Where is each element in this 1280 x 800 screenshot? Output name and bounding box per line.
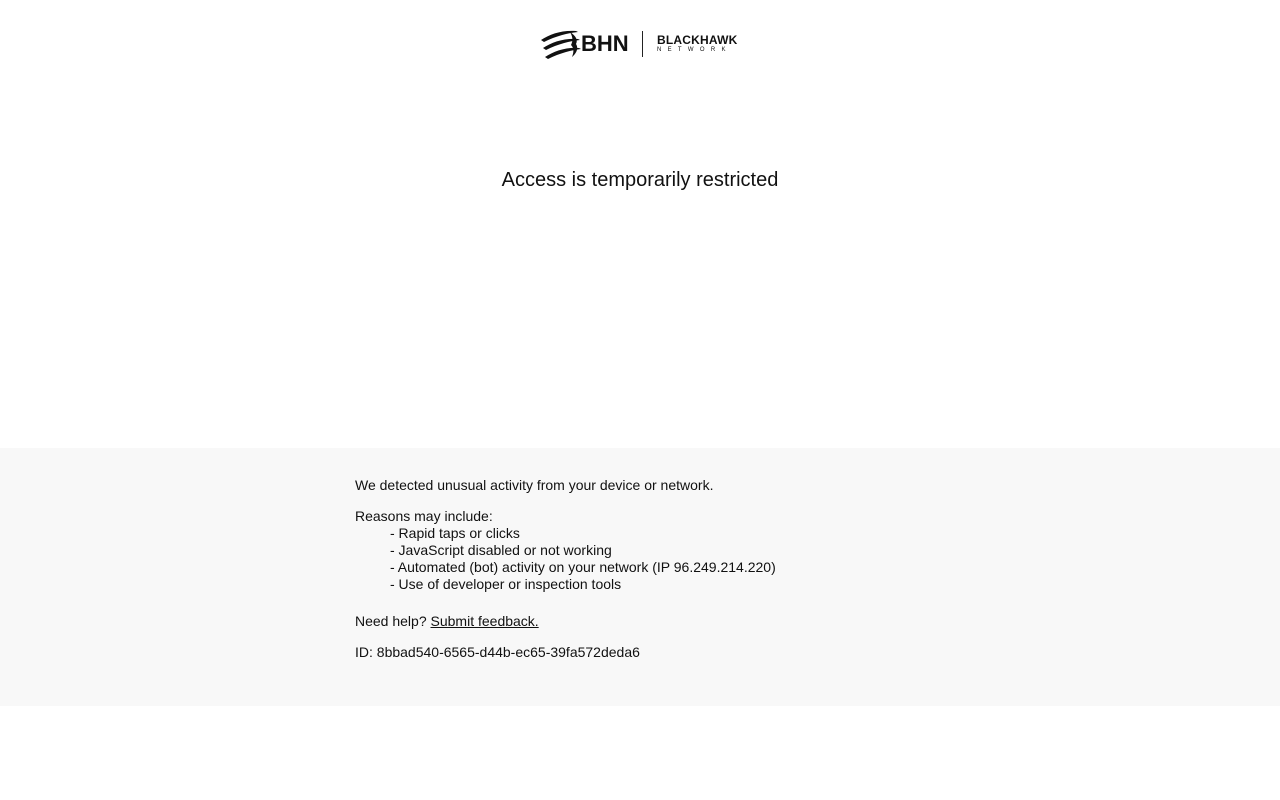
reason-item: - JavaScript disabled or not working bbox=[390, 542, 612, 558]
reason-item: - Rapid taps or clicks bbox=[390, 525, 520, 541]
reason-item: - Automated (bot) activity on your netwo… bbox=[390, 559, 776, 575]
info-content: We detected unusual activity from your d… bbox=[355, 477, 955, 661]
bhn-swoosh-icon bbox=[541, 30, 581, 59]
blackhawk-logo-text: BLACKHAWK bbox=[657, 33, 738, 47]
network-logo-text: NETWORK bbox=[657, 47, 732, 53]
help-line: Need help? Submit feedback. bbox=[355, 613, 955, 630]
help-prefix: Need help? bbox=[355, 613, 431, 629]
request-id: ID: 8bbad540-6565-d44b-ec65-39fa572deda6 bbox=[355, 644, 640, 660]
bhn-logo: BHN BLACKHAWK NETWORK bbox=[540, 28, 742, 60]
reason-item: - Use of developer or inspection tools bbox=[390, 576, 622, 592]
detected-message: We detected unusual activity from your d… bbox=[355, 477, 714, 493]
bhn-logo-text: BHN bbox=[581, 31, 629, 56]
logo-divider bbox=[642, 31, 643, 57]
info-panel: We detected unusual activity from your d… bbox=[0, 448, 1280, 706]
reasons-heading: Reasons may include: bbox=[355, 508, 493, 524]
reasons-list: - Rapid taps or clicks - JavaScript disa… bbox=[355, 525, 955, 593]
submit-feedback-link[interactable]: Submit feedback. bbox=[431, 613, 539, 629]
header: BHN BLACKHAWK NETWORK bbox=[0, 0, 1280, 90]
page-title: Access is temporarily restricted bbox=[501, 169, 779, 191]
